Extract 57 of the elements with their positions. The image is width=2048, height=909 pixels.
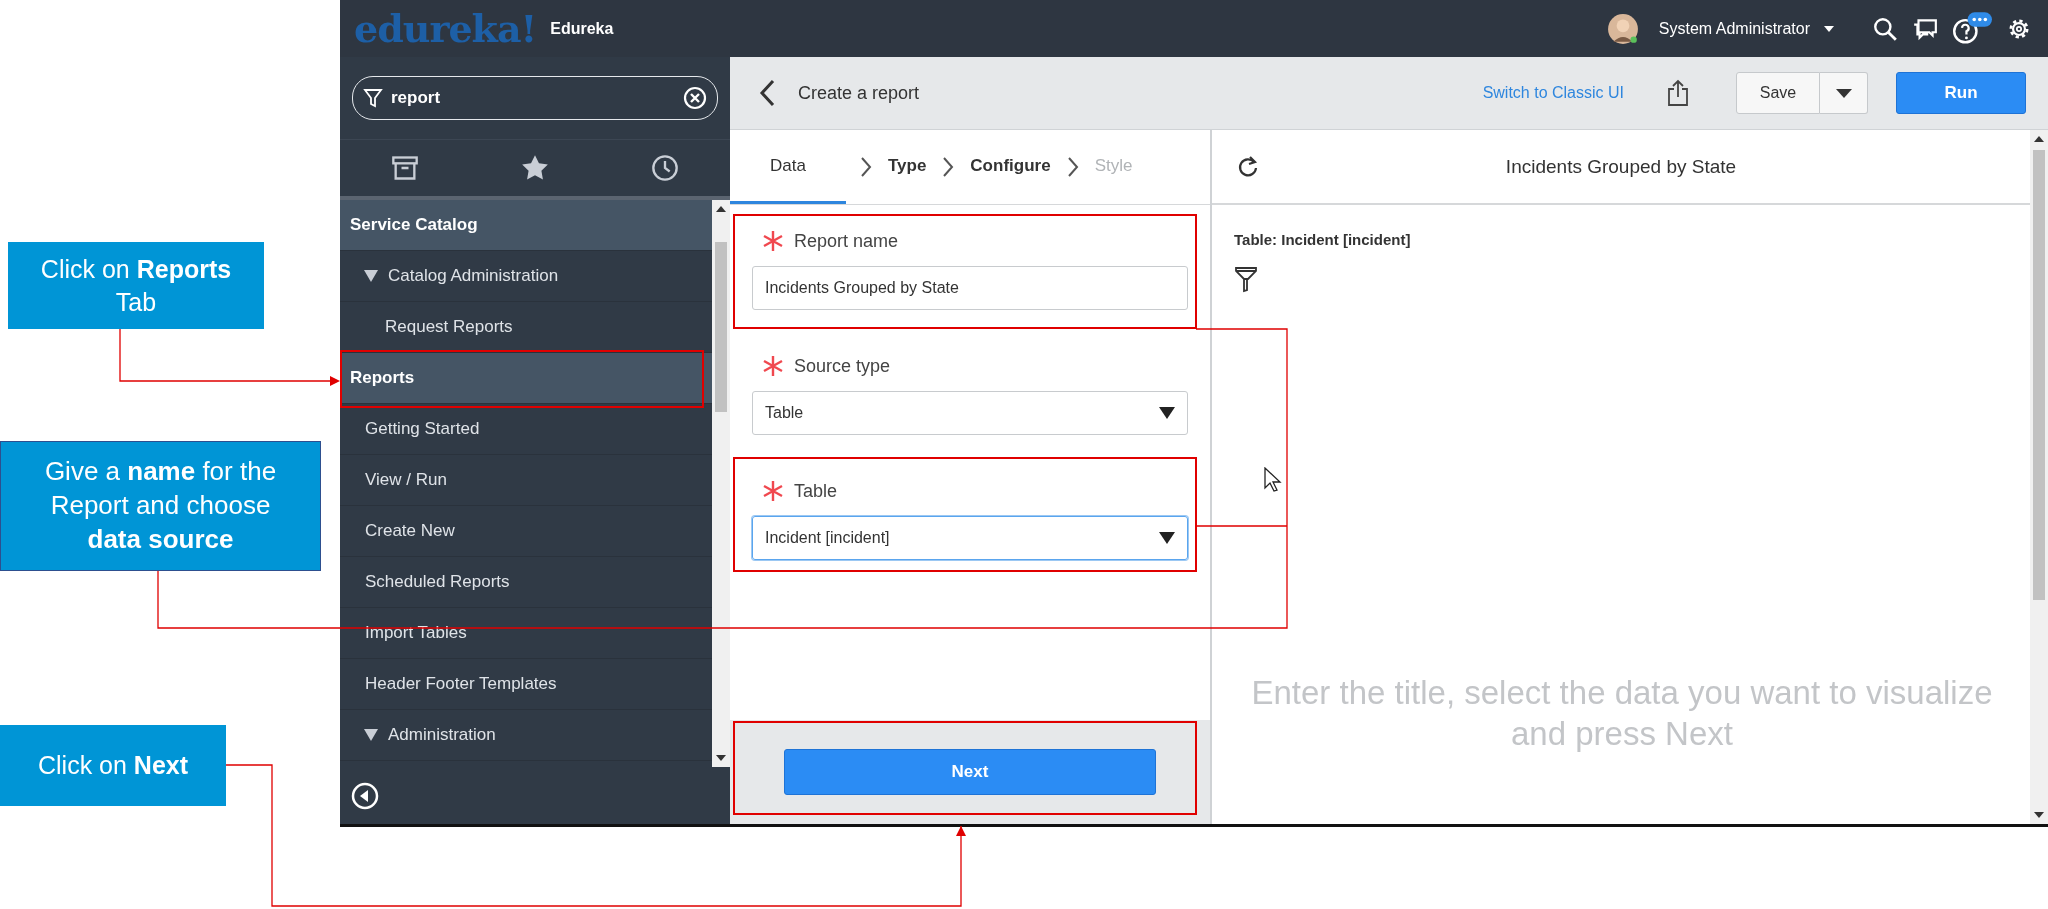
step-tab[interactable]: Data: [730, 130, 846, 204]
star-icon[interactable]: [521, 154, 549, 182]
callout-box: Click on Next: [0, 725, 226, 806]
search-field[interactable]: report: [352, 76, 718, 120]
logo: edureka!: [354, 6, 537, 51]
collapse-icon[interactable]: [350, 780, 380, 811]
avatar-icon[interactable]: [1606, 12, 1639, 45]
scroll-thumb[interactable]: [2033, 150, 2045, 600]
archive-icon[interactable]: [391, 154, 419, 182]
scroll-up-icon[interactable]: [2034, 136, 2044, 142]
scroll-down-icon[interactable]: [716, 755, 726, 761]
refresh-icon[interactable]: [1236, 154, 1260, 179]
chevron-icon: [942, 156, 955, 178]
scrollbar[interactable]: [712, 200, 730, 767]
help-icon[interactable]: [1952, 11, 1992, 46]
nav-item[interactable]: Catalog Administration: [340, 251, 712, 302]
chevron-icon: [1066, 156, 1079, 178]
field-label: Report name: [794, 230, 899, 252]
caret-icon: [1159, 407, 1175, 419]
clear-icon[interactable]: [683, 86, 707, 110]
instance-name: Edureka: [550, 19, 614, 38]
scroll-thumb[interactable]: [715, 242, 727, 412]
field-label: Source type: [794, 355, 891, 377]
search-input[interactable]: report: [389, 87, 677, 109]
callout-box: Click on Reports Tab: [8, 242, 264, 329]
nav-item[interactable]: Administration: [340, 710, 712, 761]
back-icon[interactable]: [758, 79, 776, 107]
chevron-icon: [859, 156, 872, 178]
share-icon[interactable]: [1666, 79, 1690, 107]
table-label: Table: Incident [incident]: [1234, 231, 1411, 248]
field-label: Table: [794, 480, 838, 502]
page-title: Create a report: [798, 82, 920, 104]
report-title: Incidents Grouped by State: [1505, 155, 1737, 178]
dropdown-field[interactable]: Incident [incident]: [752, 516, 1188, 560]
cursor-icon: [1264, 467, 1282, 493]
caret-icon: [1824, 25, 1834, 32]
user-menu[interactable]: System Administrator: [1652, 18, 1840, 39]
scroll-up-icon[interactable]: [716, 206, 726, 212]
caret-icon: [364, 270, 378, 282]
hint-text: Enter the title, select the data you want to visualize and press Next: [1250, 672, 1994, 754]
nav-item[interactable]: Reports: [340, 353, 712, 404]
callout-box: Give a name for the Report and choose data source: [0, 441, 321, 571]
caret-icon: [1159, 532, 1175, 544]
clock-icon[interactable]: [651, 154, 679, 182]
dropdown-field[interactable]: Table: [752, 391, 1188, 435]
filter-icon: [363, 87, 383, 109]
scroll-down-icon[interactable]: [2034, 812, 2044, 818]
dropdown-button[interactable]: [1820, 72, 1868, 114]
text-field[interactable]: Incidents Grouped by State: [752, 266, 1188, 310]
caret-icon: [364, 729, 378, 741]
step-tab[interactable]: Type: [885, 130, 929, 204]
search-icon[interactable]: [1872, 15, 1898, 42]
caret-icon: [1835, 88, 1852, 98]
save-button[interactable]: Save: [1736, 72, 1820, 114]
step-tab[interactable]: Configure: [968, 130, 1053, 204]
scrollbar[interactable]: [2030, 130, 2048, 824]
nav-item[interactable]: Service Catalog: [340, 200, 712, 251]
